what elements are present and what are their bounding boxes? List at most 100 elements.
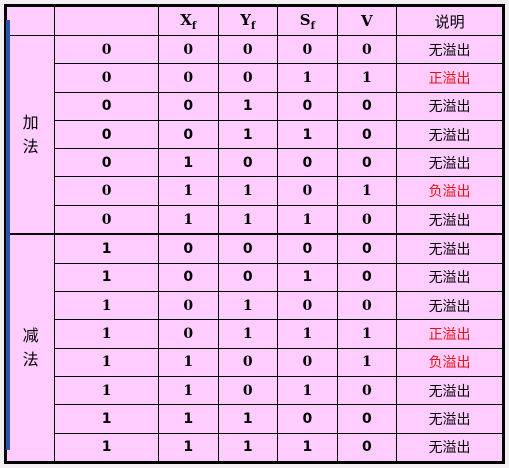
cell-yf: 0 <box>217 375 279 406</box>
cell-sf: 0 <box>277 291 338 321</box>
cell-description: 无溢出 <box>396 262 503 293</box>
cell-v: 0 <box>336 262 398 293</box>
cell-v: 0 <box>336 432 398 462</box>
overflow-truth-table: Xf Yf Sf V 说明 加法 0 0 0 0 0 无溢出 0 0 0 1 1… <box>5 6 503 463</box>
header-group-col <box>5 6 56 36</box>
cell-v: 1 <box>336 347 398 377</box>
cell-v: 0 <box>336 34 398 65</box>
cell-v: 0 <box>336 148 398 178</box>
table-row: 1 1 0 0 1 负溢出 <box>7 347 503 377</box>
table-row: 1 0 0 1 0 无溢出 <box>7 262 503 293</box>
header-v: V <box>336 6 398 36</box>
table-row: 1 0 1 0 0 无溢出 <box>7 291 503 321</box>
cell-sf: 1 <box>277 432 338 462</box>
cell-xf: 1 <box>157 204 219 235</box>
cell-yf: 1 <box>217 176 279 206</box>
cell-xf: 1 <box>157 176 219 206</box>
cell-v: 0 <box>336 204 398 235</box>
overflow-truth-table-container: Xf Yf Sf V 说明 加法 0 0 0 0 0 无溢出 0 0 0 1 1… <box>4 4 505 464</box>
cell-yf: 0 <box>217 63 279 93</box>
cell-sf: 0 <box>277 148 338 178</box>
cell-sign: 0 <box>54 148 159 178</box>
cell-sign: 0 <box>54 63 159 93</box>
cell-sf: 0 <box>277 233 338 264</box>
cell-sign: 1 <box>54 262 159 293</box>
cell-description: 无溢出 <box>396 233 503 264</box>
cell-description: 无溢出 <box>396 432 503 462</box>
cell-sign: 0 <box>54 34 159 65</box>
table-row: 0 1 0 0 0 无溢出 <box>7 148 503 178</box>
cell-yf: 1 <box>217 319 279 349</box>
cell-xf: 0 <box>157 319 219 349</box>
cell-sign: 1 <box>54 291 159 321</box>
cell-xf: 1 <box>157 375 219 406</box>
header-sign-col <box>54 6 159 36</box>
cell-sf: 0 <box>277 176 338 206</box>
table-row: 1 1 1 1 0 无溢出 <box>7 432 503 462</box>
cell-v: 0 <box>336 291 398 321</box>
table-row: 1 1 1 0 0 无溢出 <box>7 404 503 434</box>
cell-description: 无溢出 <box>396 404 503 434</box>
cell-xf: 1 <box>157 404 219 434</box>
cell-description: 无溢出 <box>396 91 503 121</box>
cell-sf: 0 <box>277 34 338 65</box>
cell-yf: 0 <box>217 347 279 377</box>
cell-sf: 0 <box>277 347 338 377</box>
cell-xf: 0 <box>157 262 219 293</box>
table-row: 减法 1 0 0 0 0 无溢出 <box>5 233 503 463</box>
cell-sign: 0 <box>54 176 159 206</box>
cell-description: 无溢出 <box>396 291 503 321</box>
cell-sign: 1 <box>54 432 159 462</box>
cell-xf: 1 <box>157 148 219 178</box>
cell-yf: 1 <box>217 291 279 321</box>
cell-yf: 1 <box>217 119 279 150</box>
header-description: 说明 <box>396 6 503 36</box>
table-row: 1 0 1 1 1 正溢出 <box>7 319 503 349</box>
table-row: 0 0 0 1 1 正溢出 <box>7 63 503 93</box>
header-yf: Yf <box>217 6 279 36</box>
cell-sf: 1 <box>277 319 338 349</box>
cell-xf: 1 <box>157 432 219 462</box>
cell-xf: 0 <box>157 291 219 321</box>
table-body: 加法 0 0 0 0 0 无溢出 0 0 0 1 1 正溢出 0 0 1 0 0… <box>5 34 503 463</box>
cell-yf: 1 <box>217 432 279 462</box>
cell-sign: 0 <box>54 119 159 150</box>
cell-sf: 1 <box>277 375 338 406</box>
group-label-subtraction: 减法 <box>5 233 56 463</box>
cell-v: 0 <box>336 233 398 264</box>
cell-sf: 0 <box>277 91 338 121</box>
cell-yf: 1 <box>217 91 279 121</box>
table-row: 1 1 0 1 0 无溢出 <box>7 375 503 406</box>
cell-sf: 0 <box>277 404 338 434</box>
cell-sign: 1 <box>54 233 159 264</box>
table-row: 加法 0 0 0 0 0 无溢出 <box>5 34 503 235</box>
cell-sign: 1 <box>54 375 159 406</box>
cell-v: 1 <box>336 176 398 206</box>
accent-bar <box>6 20 10 450</box>
cell-yf: 0 <box>217 148 279 178</box>
cell-xf: 1 <box>157 347 219 377</box>
cell-yf: 1 <box>217 204 279 235</box>
cell-description: 正溢出 <box>396 319 503 349</box>
cell-xf: 0 <box>157 233 219 264</box>
cell-description: 无溢出 <box>396 375 503 406</box>
cell-yf: 1 <box>217 404 279 434</box>
cell-description: 无溢出 <box>396 119 503 150</box>
cell-description: 无溢出 <box>396 204 503 235</box>
header-xf: Xf <box>157 6 219 36</box>
cell-description: 无溢出 <box>396 34 503 65</box>
cell-sf: 1 <box>277 204 338 235</box>
cell-xf: 0 <box>157 63 219 93</box>
cell-sign: 1 <box>54 319 159 349</box>
cell-description: 负溢出 <box>396 176 503 206</box>
cell-sign: 0 <box>54 204 159 235</box>
table-row: 0 1 1 1 0 无溢出 <box>7 204 503 235</box>
cell-xf: 0 <box>157 91 219 121</box>
cell-sf: 1 <box>277 262 338 293</box>
table-row: 0 0 1 1 0 无溢出 <box>7 119 503 150</box>
cell-yf: 0 <box>217 262 279 293</box>
cell-description: 无溢出 <box>396 148 503 178</box>
table-row: 0 1 1 0 1 负溢出 <box>7 176 503 206</box>
cell-sign: 1 <box>54 404 159 434</box>
cell-v: 1 <box>336 63 398 93</box>
